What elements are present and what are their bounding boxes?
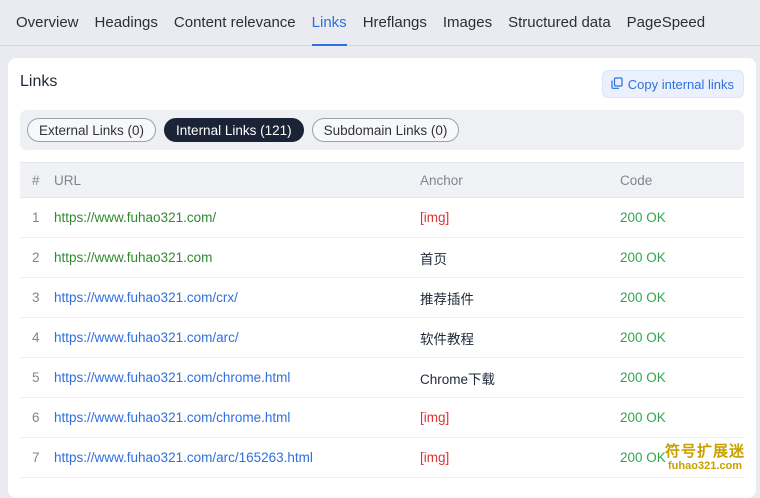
watermark-logo: 符号扩展迷 fuhao321.com xyxy=(662,443,748,473)
copy-icon xyxy=(611,76,623,92)
table-row: 6 https://www.fuhao321.com/chrome.html [im… xyxy=(20,398,744,438)
anchor-text: [img] xyxy=(420,450,450,465)
links-table: # URL Anchor Code 1 https://www.fuhao321.… xyxy=(20,162,744,478)
tab-bar: Overview Headings Content relevance Links Hr… xyxy=(0,0,760,46)
filter-pill[interactable]: External Links (0) xyxy=(27,118,157,142)
row-number: 4 xyxy=(32,330,40,345)
anchor-text: [img] xyxy=(420,410,450,425)
anchor-text: 软件教程 xyxy=(420,331,474,347)
table-row: 2 https://www.fuhao321.com 首页 200 OK xyxy=(20,238,744,278)
tab-content-relevance[interactable]: Content relevance xyxy=(166,0,304,45)
header-code: Code xyxy=(620,172,653,188)
panel-title: Links xyxy=(20,73,58,90)
url-cell: https://www.fuhao321.com/ xyxy=(54,210,420,225)
link-type-filter: External Links (0) Internal Links (121) Su… xyxy=(20,110,744,150)
copy-button-label: Copy internal links xyxy=(627,76,734,92)
table-row: 7 https://www.fuhao321.com/arc/165263.htm… xyxy=(20,438,744,478)
url-cell: https://www.fuhao321.com/arc/165263.html xyxy=(54,450,420,465)
filter-pill[interactable]: Subdomain Links (0) xyxy=(311,118,460,142)
row-number: 7 xyxy=(32,450,40,465)
tab-structured-data[interactable]: Structured data xyxy=(500,0,619,45)
status-code: 200 OK xyxy=(620,330,666,345)
anchor-text: [img] xyxy=(420,210,450,225)
anchor-text: 推荐插件 xyxy=(420,291,474,307)
table-row: 5 https://www.fuhao321.com/chrome.html Chr… xyxy=(20,358,744,398)
url-cell: https://www.fuhao321.com xyxy=(54,250,420,265)
row-number: 3 xyxy=(32,290,40,305)
header-num: # xyxy=(32,172,40,188)
copy-internal-links-button[interactable]: Copy internal links xyxy=(601,70,744,98)
tab-headings[interactable]: Headings xyxy=(87,0,166,45)
row-number: 6 xyxy=(32,410,40,425)
url-cell: https://www.fuhao321.com/chrome.html xyxy=(54,370,420,385)
url-link[interactable]: https://www.fuhao321.com/crx/ xyxy=(54,290,238,305)
table-row: 4 https://www.fuhao321.com/arc/软件教程 200 OK xyxy=(20,318,744,358)
row-number: 1 xyxy=(32,210,40,225)
row-number: 2 xyxy=(32,250,40,265)
status-code: 200 OK xyxy=(620,210,666,225)
tab-links[interactable]: Links xyxy=(304,0,355,46)
watermark-domain: fuhao321.com xyxy=(668,460,742,473)
url-cell: https://www.fuhao321.com/chrome.html xyxy=(54,410,420,425)
links-panel: Links Copy internal links External Links… xyxy=(8,58,756,498)
row-number: 5 xyxy=(32,370,40,385)
status-code: 200 OK xyxy=(620,410,666,425)
anchor-text: Chrome下载 xyxy=(420,371,496,387)
header-url: URL xyxy=(54,172,82,188)
tab-hreflangs[interactable]: Hreflangs xyxy=(355,0,435,45)
table-row: 1 https://www.fuhao321.com/ [img] 200 OK xyxy=(20,198,744,238)
tab-overview[interactable]: Overview xyxy=(8,0,87,45)
url-link[interactable]: https://www.fuhao321.com/chrome.html xyxy=(54,410,290,425)
anchor-text: 首页 xyxy=(420,251,447,267)
table-row: 3 https://www.fuhao321.com/crx/推荐插件 200 OK xyxy=(20,278,744,318)
url-link[interactable]: https://www.fuhao321.com/chrome.html xyxy=(54,370,290,385)
url-link[interactable]: https://www.fuhao321.com/arc/165263.html xyxy=(54,450,313,465)
tab-pagespeed[interactable]: PageSpeed xyxy=(619,0,713,45)
url-link[interactable]: https://www.fuhao321.com xyxy=(54,250,212,265)
url-link[interactable]: https://www.fuhao321.com/ xyxy=(54,210,216,225)
url-cell: https://www.fuhao321.com/arc/ xyxy=(54,330,420,345)
status-code: 200 OK xyxy=(620,370,666,385)
url-link[interactable]: https://www.fuhao321.com/arc/ xyxy=(54,330,239,345)
table-body: 1 https://www.fuhao321.com/ [img] 200 OK 2 ht… xyxy=(20,198,744,478)
url-cell: https://www.fuhao321.com/crx/ xyxy=(54,290,420,305)
tab-images[interactable]: Images xyxy=(435,0,500,45)
table-header: # URL Anchor Code xyxy=(20,162,744,198)
header-anchor: Anchor xyxy=(420,172,463,188)
status-code: 200 OK xyxy=(620,290,666,305)
watermark-title: 符号扩展迷 xyxy=(664,443,745,460)
status-code: 200 OK xyxy=(620,250,666,265)
filter-pill[interactable]: Internal Links (121) xyxy=(164,118,304,142)
